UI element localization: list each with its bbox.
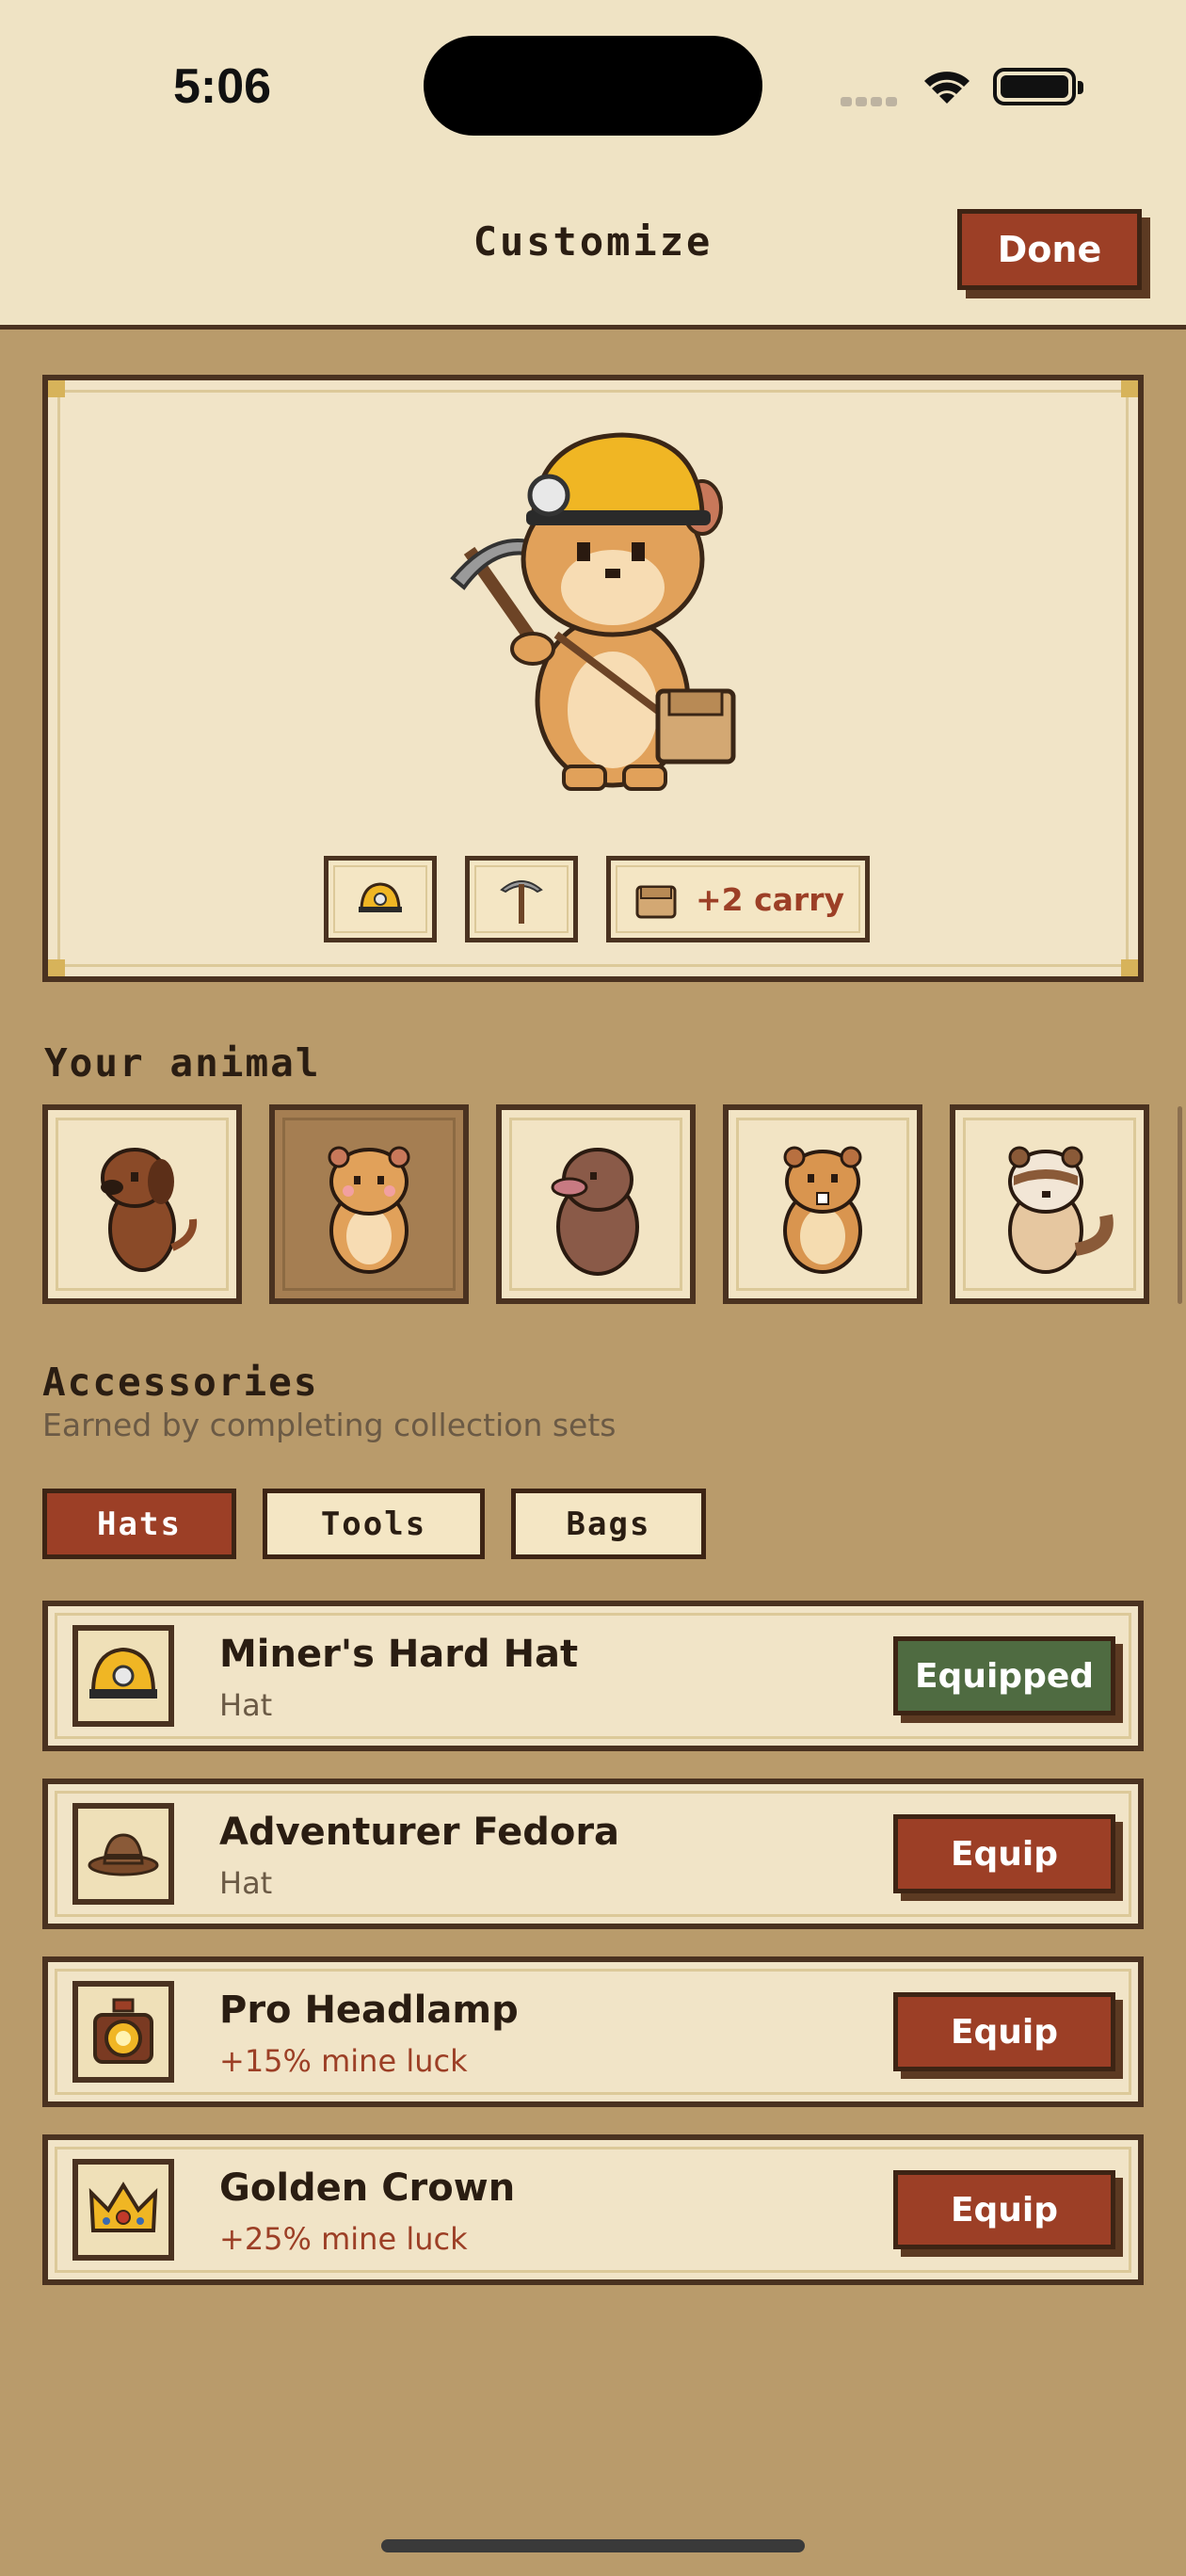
your-animal-heading: Your animal bbox=[44, 1040, 321, 1086]
character-preview-card: +2 carry bbox=[42, 375, 1144, 982]
list-item: Pro Headlamp +15% mine luck Equip bbox=[42, 1956, 1144, 2107]
animal-option-raccoon[interactable] bbox=[950, 1104, 1149, 1304]
horizontal-scroll-indicator bbox=[1178, 1106, 1182, 1304]
animal-option-beaver[interactable] bbox=[723, 1104, 922, 1304]
battery-icon bbox=[993, 68, 1083, 105]
dachshund-icon bbox=[101, 1148, 198, 1272]
animal-option-hamster[interactable] bbox=[269, 1104, 469, 1304]
hard-hat-icon bbox=[89, 1647, 157, 1699]
animal-option-dachshund[interactable] bbox=[42, 1104, 242, 1304]
tab-hats[interactable]: Hats bbox=[42, 1489, 236, 1559]
equip-button[interactable]: Equip bbox=[893, 1992, 1115, 2071]
list-item: Golden Crown +25% mine luck Equip bbox=[42, 2134, 1144, 2285]
bag-icon bbox=[635, 885, 677, 919]
accessories-heading: Accessories bbox=[42, 1360, 319, 1405]
pickaxe-icon bbox=[500, 880, 543, 924]
item-bonus: +15% mine luck bbox=[219, 2043, 468, 2079]
item-bonus: +25% mine luck bbox=[219, 2221, 468, 2257]
crown-icon bbox=[88, 2182, 158, 2232]
dynamic-island bbox=[424, 36, 762, 136]
hamster-icon bbox=[328, 1146, 410, 1274]
header-bar: 5:06 Customize Done bbox=[0, 0, 1186, 330]
item-name: Adventurer Fedora bbox=[219, 1811, 620, 1854]
accessories-subtitle: Earned by completing collection sets bbox=[42, 1407, 617, 1443]
list-item: Adventurer Fedora Hat Equip bbox=[42, 1779, 1144, 1929]
hamster-miner-character bbox=[450, 432, 736, 791]
done-button[interactable]: Done bbox=[957, 209, 1142, 290]
item-name: Golden Crown bbox=[219, 2166, 516, 2210]
list-item: Miner's Hard Hat Hat Equipped bbox=[42, 1601, 1144, 1751]
tab-tools[interactable]: Tools bbox=[263, 1489, 485, 1559]
item-type: Hat bbox=[219, 1865, 273, 1901]
mole-icon bbox=[551, 1148, 639, 1276]
bag-bonus-label: +2 carry bbox=[696, 880, 844, 918]
headlamp-icon bbox=[93, 1998, 153, 2064]
item-type: Hat bbox=[219, 1687, 273, 1723]
hard-hat-icon bbox=[359, 882, 402, 912]
fedora-icon bbox=[88, 1833, 159, 1876]
cellular-signal-icon bbox=[841, 92, 901, 110]
home-indicator[interactable] bbox=[381, 2539, 805, 2552]
equipped-bag-chip[interactable]: +2 carry bbox=[606, 856, 870, 942]
equip-button[interactable]: Equip bbox=[893, 2170, 1115, 2249]
equipped-hat-chip[interactable] bbox=[324, 856, 437, 942]
equip-button[interactable]: Equip bbox=[893, 1814, 1115, 1893]
equipped-button[interactable]: Equipped bbox=[893, 1636, 1115, 1715]
tab-bags[interactable]: Bags bbox=[511, 1489, 706, 1559]
item-name: Pro Headlamp bbox=[219, 1988, 519, 2032]
beaver-icon bbox=[783, 1146, 862, 1274]
equipped-tool-chip[interactable] bbox=[465, 856, 578, 942]
animal-option-mole[interactable] bbox=[496, 1104, 696, 1304]
item-name: Miner's Hard Hat bbox=[219, 1633, 579, 1676]
raccoon-icon bbox=[1008, 1146, 1114, 1274]
status-time: 5:06 bbox=[173, 59, 272, 114]
wifi-icon bbox=[924, 72, 970, 104]
